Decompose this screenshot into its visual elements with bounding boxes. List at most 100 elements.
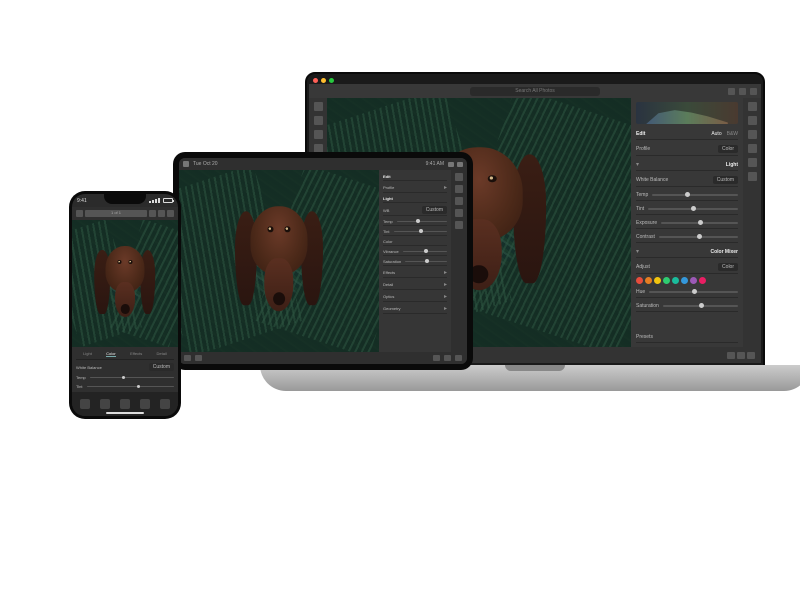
tablet-edit-panel: Edit Profile▸ Light WBCustom Temp Tint C… [379,170,451,352]
phone-image-canvas[interactable] [72,220,178,347]
mask-icon[interactable] [455,221,463,229]
edit-icon[interactable] [748,102,757,111]
info-icon[interactable] [455,355,462,361]
hue-label: Hue [636,289,645,295]
tab-color[interactable]: Color [106,351,116,357]
albums-icon[interactable] [314,116,323,125]
search-input[interactable]: Search All Photos [470,87,600,96]
swatch-blue[interactable] [681,277,688,284]
light-section[interactable]: Light [383,196,393,201]
hue-slider[interactable] [649,291,738,293]
wb-select[interactable]: Custom [149,363,174,371]
cloud-icon[interactable] [149,210,156,217]
swatch-teal[interactable] [672,277,679,284]
back-icon[interactable] [76,210,83,217]
vibrance-slider[interactable] [403,251,447,252]
swatch-orange[interactable] [645,277,652,284]
heal-icon[interactable] [455,197,463,205]
edit-icon[interactable] [455,173,463,181]
redo-icon[interactable] [195,355,202,361]
radial-icon[interactable] [748,172,757,181]
presets-button[interactable]: Presets [636,334,653,340]
gradient-icon[interactable] [748,158,757,167]
histogram[interactable] [636,102,738,124]
bw-tab[interactable]: B&W [727,131,738,137]
tablet-image-canvas[interactable] [179,170,379,352]
share-icon[interactable] [739,88,746,95]
tint-label: Tint [76,384,83,389]
swatch-magenta[interactable] [699,277,706,284]
share-icon[interactable] [158,210,165,217]
brush-icon[interactable] [748,144,757,153]
edit-header: Edit [383,174,391,179]
optics-section[interactable]: Optics [383,294,394,299]
detail-view-icon[interactable] [737,352,745,359]
sat-slider[interactable] [663,305,738,307]
titlebar-actions[interactable] [728,88,757,95]
chevron-down-icon[interactable]: ▾ [636,248,639,255]
swatch-green[interactable] [663,277,670,284]
settings-icon[interactable] [750,88,757,95]
tablet-device: Tue Oct 20 9:41 AM Edit Profile▸ Light W… [173,152,473,370]
exposure-slider[interactable] [661,222,738,224]
cloud-icon[interactable] [728,88,735,95]
tab-effects[interactable]: Effects [130,351,142,357]
color-section[interactable]: Color [383,239,393,244]
profile-label[interactable]: Profile [383,185,394,190]
view-toggles[interactable] [725,346,755,364]
grid-view-icon[interactable] [727,352,735,359]
laptop-titlebar: Search All Photos [309,84,761,98]
chevron-down-icon[interactable]: ▾ [636,161,639,168]
edit-header: Edit [636,131,645,137]
tab-detail[interactable]: Detail [157,351,167,357]
contrast-slider[interactable] [659,236,738,238]
heal-icon[interactable] [748,130,757,139]
flag-icon[interactable] [433,355,440,361]
wb-select[interactable]: Custom [422,206,447,214]
temp-slider[interactable] [90,377,174,378]
back-icon[interactable] [183,161,189,167]
temp-slider[interactable] [397,221,447,222]
brush-icon[interactable] [455,209,463,217]
star-icon[interactable] [444,355,451,361]
macos-window-controls[interactable] [313,78,334,83]
home-indicator[interactable] [106,412,144,414]
sat-slider[interactable] [405,261,447,262]
color-mixer-swatches[interactable] [636,277,738,284]
photos-icon[interactable] [314,102,323,111]
crop-icon[interactable] [455,185,463,193]
temp-slider[interactable] [652,194,738,196]
presets-icon[interactable] [160,399,170,409]
undo-icon[interactable] [184,355,191,361]
tablet-bottom-bar [179,352,467,364]
geometry-section[interactable]: Geometry [383,306,401,311]
tab-light[interactable]: Light [83,351,92,357]
crop-icon[interactable] [748,116,757,125]
adjust-select[interactable]: Color [718,263,738,271]
more-icon[interactable] [167,210,174,217]
healing-icon[interactable] [100,399,110,409]
wb-label: White Balance [636,177,668,183]
auto-tab[interactable]: Auto [711,131,721,137]
shared-icon[interactable] [314,130,323,139]
tint-slider[interactable] [648,208,738,210]
swatch-yellow[interactable] [654,277,661,284]
wb-select[interactable]: Custom [713,176,738,184]
swatch-red[interactable] [636,277,643,284]
profile-select[interactable]: Color [718,145,738,153]
detail-section[interactable]: Detail [383,282,393,287]
tint-slider[interactable] [87,386,174,387]
swatch-purple[interactable] [690,277,697,284]
temp-label: Temp [76,375,86,380]
light-section[interactable]: Light [726,162,738,168]
compare-view-icon[interactable] [747,352,755,359]
selective-icon[interactable] [80,399,90,409]
effects-section[interactable]: Effects [383,270,395,275]
phone-app-window: 9:41 1 of 1 Light Color Effects Detail W… [72,194,178,416]
tint-slider[interactable] [394,231,447,232]
photo-dog-subject [233,190,325,321]
colormixer-section[interactable]: Color Mixer [710,249,738,255]
profiles-icon[interactable] [140,399,150,409]
date-label: Tue Oct 20 [193,161,218,167]
crop-icon[interactable] [120,399,130,409]
